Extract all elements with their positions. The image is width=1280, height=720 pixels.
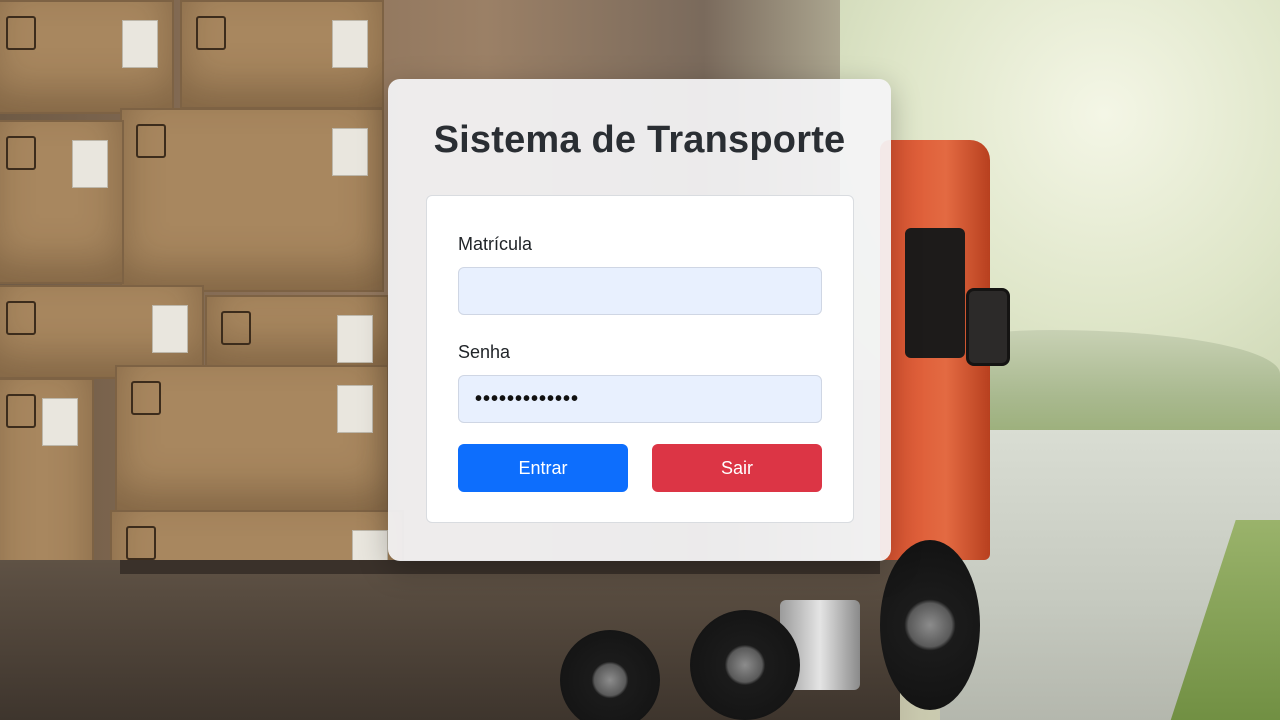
sair-button[interactable]: Sair: [652, 444, 822, 492]
cardboard-box: [0, 120, 124, 284]
senha-input[interactable]: •••••••••••••: [458, 375, 822, 423]
matricula-input[interactable]: [458, 267, 822, 315]
entrar-button[interactable]: Entrar: [458, 444, 628, 492]
matricula-label: Matrícula: [458, 234, 533, 254]
login-card: Sistema de Transporte Matrícula Senha ••…: [388, 79, 891, 561]
senha-label: Senha: [458, 342, 511, 362]
truck-mirror: [966, 288, 1010, 366]
cardboard-box: [180, 0, 384, 109]
truck-wheel: [560, 630, 660, 720]
truck-rail: [120, 560, 880, 574]
login-form: Matrícula Senha ••••••••••••• Entrar Sai…: [426, 195, 854, 523]
page-title: Sistema de Transporte: [433, 119, 846, 161]
cardboard-box: [115, 365, 389, 514]
cardboard-box: [120, 108, 384, 292]
cardboard-box: [205, 295, 389, 369]
truck-wheel: [690, 610, 800, 720]
cardboard-box: [0, 0, 174, 114]
truck-wheel: [880, 540, 980, 710]
truck-window: [905, 228, 965, 358]
